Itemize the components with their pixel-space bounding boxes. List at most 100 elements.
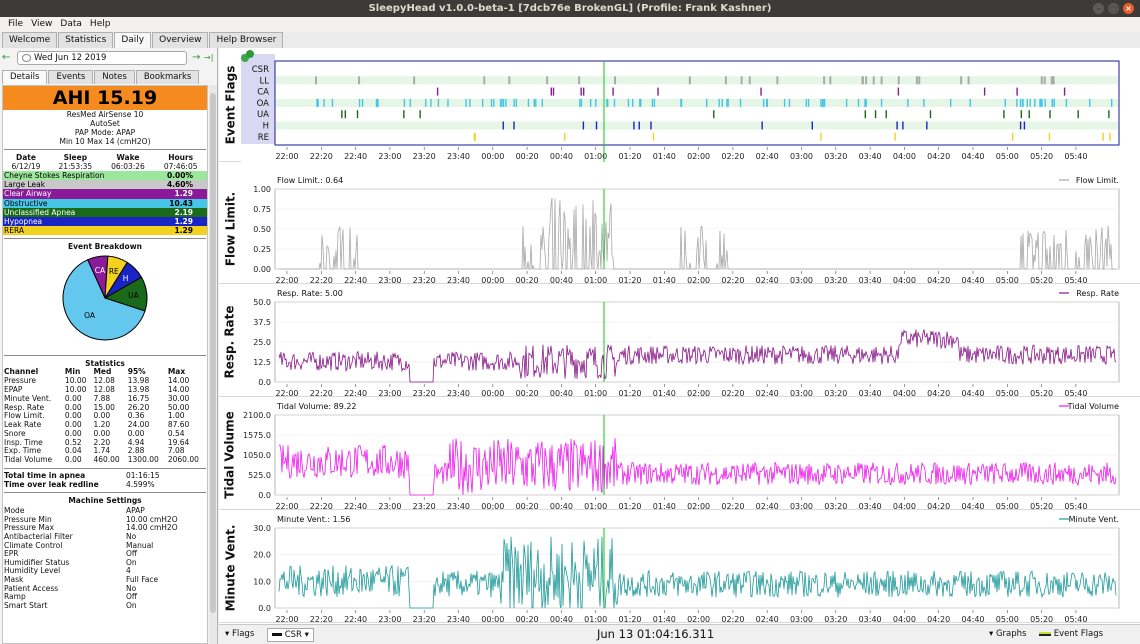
sidebar-scrollbar[interactable] [209, 85, 217, 644]
tab-notes[interactable]: Notes [94, 70, 135, 84]
event-flags-dropdown[interactable]: Event Flags [1039, 628, 1103, 640]
time-tick-label: 04:40 [961, 152, 984, 161]
flag-mark-oa [727, 98, 729, 107]
flag-channel-label: RE [258, 133, 269, 143]
pie-title: Event Breakdown [68, 242, 142, 252]
flow-limit-graph[interactable]: Flow Limit. Flow Limit.: 0.64 Flow Limit.… [219, 174, 1140, 284]
event-value: 10.43 [169, 198, 193, 208]
tab-daily[interactable]: Daily [114, 32, 152, 48]
menu-file[interactable]: File [4, 17, 27, 32]
time-tick-label: 23:20 [413, 615, 436, 623]
pie-label: CA [95, 266, 106, 275]
maximize-button[interactable]: □ [1108, 3, 1119, 14]
next-day-arrow-icon[interactable]: → [192, 51, 200, 65]
stat-cell: 460.00 [93, 455, 120, 465]
event-index-row[interactable]: Large Leak 4.60% [3, 180, 207, 190]
session-times: Date Sleep Wake Hours 6/12/19 21:53:35 0… [3, 153, 207, 171]
tab-statistics[interactable]: Statistics [58, 32, 114, 48]
flag-mark-ll [508, 76, 511, 85]
event-index-row[interactable]: Hypopnea 1.29 [3, 216, 207, 227]
stat-cell: 1300.00 [127, 455, 159, 465]
col-hours: Hours [168, 153, 194, 162]
event-index-row[interactable]: RERA 1.29 [3, 226, 207, 236]
resp-rate-plot[interactable]: Resp. Rate: 5.00 Resp. Rate 50.0 37.5 25.0 12… [219, 287, 1140, 397]
time-tick-label: 23:20 [413, 502, 436, 510]
scroll-thumb[interactable] [210, 93, 216, 613]
flag-mark-ua [1108, 110, 1110, 119]
time-tick-label: 03:00 [790, 276, 813, 284]
time-tick-label: 22:40 [344, 615, 367, 623]
minute-vent-plot[interactable]: Minute Vent.: 1.56 Minute Vent. 30.0 20.0 10… [219, 513, 1140, 623]
time-tick-label: 03:40 [859, 152, 882, 161]
divider [4, 492, 206, 494]
last-day-arrow-icon[interactable]: →| [204, 51, 213, 65]
time-tick-label: 03:20 [824, 502, 847, 510]
event-flags-plot[interactable]: CSRLL CAOAUA HRE 22:00 22:20 22:40 23:00 23:20 2… [219, 48, 1140, 162]
tab-help-browser[interactable]: Help Browser [209, 32, 284, 48]
menu-view[interactable]: View [27, 17, 56, 32]
value-readout: Minute Vent.: 1.56 [277, 515, 350, 524]
flag-mark-re [894, 132, 896, 141]
event-index-row[interactable]: Obstructive 10.43 [3, 198, 207, 208]
minimize-button[interactable]: – [1093, 3, 1104, 14]
time-tick-label: 04:00 [893, 276, 916, 284]
time-tick-label: 05:00 [996, 276, 1019, 284]
flags-dropdown[interactable]: ▾ Flags [225, 628, 254, 640]
flag-row-bg [276, 110, 1118, 119]
time-tick-label: 23:00 [378, 502, 401, 510]
menu-help[interactable]: Help [86, 17, 115, 32]
time-tick-label: 01:00 [584, 276, 607, 284]
tidal-volume-plot[interactable]: Tidal Volume: 89.22 Tidal Volume 2100.0 157… [219, 400, 1140, 510]
tab-bookmarks[interactable]: Bookmarks [135, 70, 200, 84]
flow-limit-plot[interactable]: Flow Limit.: 0.64 Flow Limit. 1.00 0.75 0.50… [219, 174, 1140, 284]
pie-label: RE [109, 267, 119, 276]
session-hours: 07:46:05 [163, 162, 198, 171]
flag-mark-oa [595, 98, 597, 107]
time-tick-label: 00:00 [481, 502, 504, 510]
window-title: SleepyHead v1.0.0-beta-1 [7dcb76e Broken… [368, 3, 772, 14]
event-flags-graph[interactable]: Event Flags CSR LL CA OA UA H RE 22:00 22:20 22:4… [219, 48, 1140, 162]
time-tick-label: 02:20 [721, 152, 744, 161]
col-date: Date [16, 153, 36, 162]
close-button[interactable]: × [1123, 3, 1134, 14]
minute-vent-graph[interactable]: Minute Vent. Minute Vent.: 1.56 Minute Ve… [219, 513, 1140, 623]
time-tick-label: 02:40 [756, 276, 779, 284]
event-name: Unclassified Apnea [4, 207, 76, 217]
flag-mark-re [474, 132, 476, 141]
graphs-dropdown[interactable]: ▾ Graphs [989, 628, 1026, 640]
flag-mark-ll [315, 76, 318, 85]
flag-mark-oa [820, 98, 822, 107]
flag-mark-oa [1022, 98, 1024, 107]
time-tick-label: 04:00 [893, 502, 916, 510]
tab-events[interactable]: Events [48, 70, 94, 84]
flag-mark-ua [1028, 110, 1030, 119]
flag-mark-oa [762, 98, 765, 107]
stat-cell: Tidal Volume [4, 455, 53, 465]
event-index-row[interactable]: Unclassified Apnea 2.19 [3, 207, 207, 217]
calendar-icon [22, 54, 31, 62]
flag-mark-oa [923, 98, 925, 107]
tab-details[interactable]: Details [2, 70, 48, 84]
tab-overview[interactable]: Overview [152, 32, 209, 48]
menu-data[interactable]: Data [56, 17, 86, 32]
graph-toolbar: ▾ Flags CSR ▾ Jun 13 01:04:16.311 ▾ Grap… [219, 624, 1140, 644]
time-tick-label: 01:00 [584, 615, 607, 623]
event-index-row[interactable]: Clear Airway 1.29 [3, 189, 207, 199]
flag-channel-label: H [263, 122, 269, 132]
y-tick-label: 0.75 [253, 205, 271, 214]
time-tick-label: 23:40 [447, 389, 470, 397]
resp-rate-graph[interactable]: Resp. Rate Resp. Rate: 5.00 Resp. Rate 50.… [219, 287, 1140, 397]
value-readout: Tidal Volume: 89.22 [276, 402, 357, 411]
flag-mark-oa [1026, 98, 1028, 107]
tab-welcome[interactable]: Welcome [2, 32, 58, 48]
csr-dropdown[interactable]: CSR ▾ [267, 628, 314, 642]
event-value: 1.29 [174, 216, 193, 226]
flag-mark-ua [1003, 110, 1005, 119]
prev-day-arrow-icon[interactable]: ← [2, 51, 10, 65]
tidal-volume-graph[interactable]: Tidal Volume Tidal Volume: 89.22 Tidal Vo… [219, 400, 1140, 510]
event-index-row[interactable]: Cheyne Stokes Respiration 0.00% [3, 171, 207, 181]
flag-mark-ua [1049, 110, 1051, 119]
y-tick-label: 1575.0 [243, 431, 271, 440]
date-picker[interactable]: Wed Jun 12 2019 [17, 51, 187, 65]
time-tick-label: 02:40 [756, 152, 779, 161]
